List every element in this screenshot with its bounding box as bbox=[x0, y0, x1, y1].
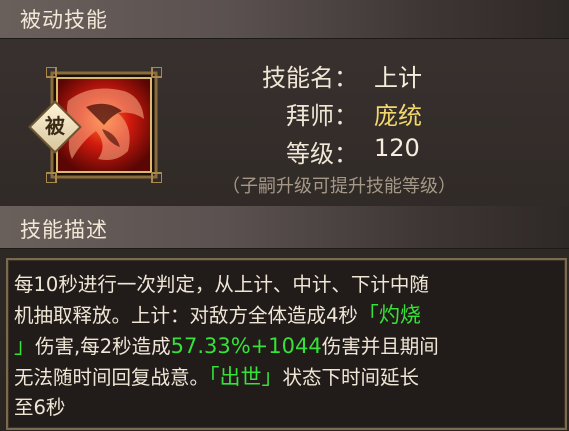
passive-skill-header: 被动技能 bbox=[0, 0, 569, 39]
master-label: 拜师： bbox=[286, 102, 358, 130]
skill-description-header: 技能描述 bbox=[0, 206, 569, 249]
level-value: 120 bbox=[374, 134, 420, 162]
passive-badge-label: 被 bbox=[45, 114, 65, 138]
description-line-2-text: 机抽取释放。上计：对敌方全体造成4秒 bbox=[14, 304, 358, 327]
skill-description-text: 每10秒进行一次判定，从上计、中计、下计中随 机抽取释放。上计：对敌方全体造成4… bbox=[14, 270, 562, 423]
description-line-3-tail: 伤害并且期间 bbox=[321, 335, 439, 358]
burn-keyword-end[interactable]: 」 bbox=[14, 334, 35, 358]
description-line-5: 至6秒 bbox=[14, 396, 66, 419]
description-line-1: 每10秒进行一次判定，从上计、中计、下计中随 bbox=[14, 273, 429, 296]
description-line-4: 无法随时间回复战意。「出世」状态下时间延长 bbox=[14, 362, 562, 393]
description-line-4-tail: 状态下时间延长 bbox=[282, 366, 420, 389]
burn-keyword-start[interactable]: 「灼烧 bbox=[358, 303, 421, 327]
emerge-keyword[interactable]: 「出世」 bbox=[209, 365, 283, 389]
description-line-3: 」伤害,每2秒造成57.33%+1044伤害并且期间 bbox=[14, 331, 562, 362]
passive-skill-title: 被动技能 bbox=[20, 8, 108, 32]
skill-info-panel: 被动技能 被 技能名： 上计 拜师： 庞统 等级： 120 （子嗣升级可提升技能… bbox=[0, 0, 569, 431]
description-line-4-text: 无法随时间回复战意。 bbox=[14, 366, 210, 389]
upgrade-hint: （子嗣升级可提升技能等级） bbox=[222, 176, 456, 197]
description-line-3-text: 伤害,每2秒造成 bbox=[35, 335, 171, 358]
level-label: 等级： bbox=[286, 140, 358, 168]
skill-description-title: 技能描述 bbox=[20, 218, 108, 242]
skill-name-label: 技能名： bbox=[262, 64, 358, 92]
description-line-2: 机抽取释放。上计：对敌方全体造成4秒「灼烧 bbox=[14, 300, 562, 331]
master-value: 庞统 bbox=[374, 102, 422, 130]
skill-name-value: 上计 bbox=[374, 64, 422, 92]
damage-value: 57.33%+1044 bbox=[170, 334, 322, 358]
